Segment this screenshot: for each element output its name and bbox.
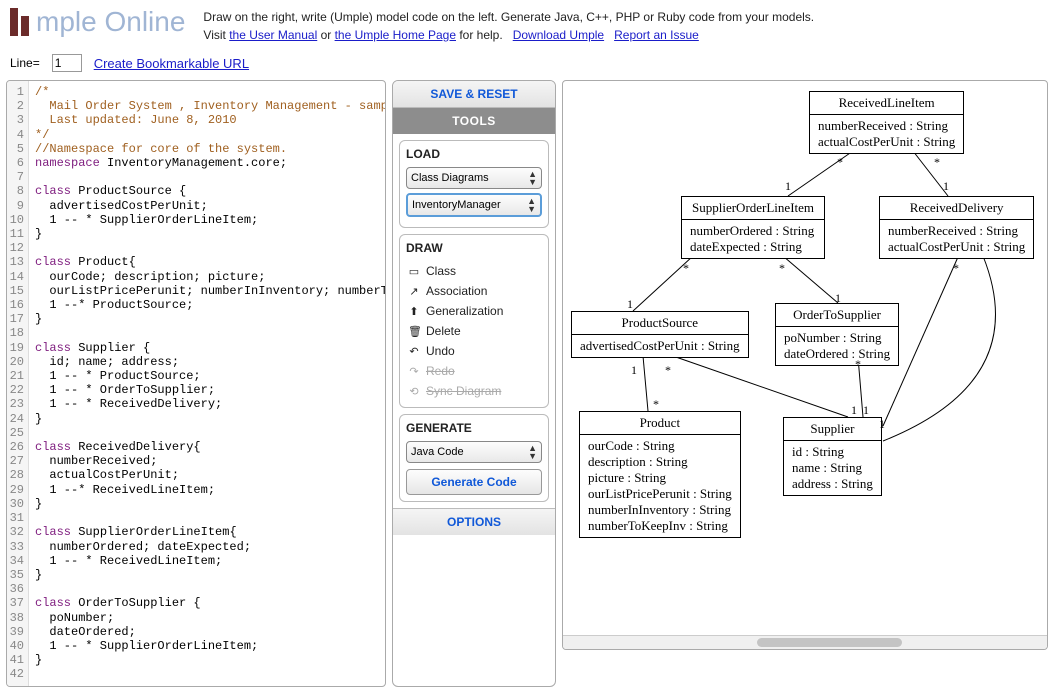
generate-code-button[interactable]: Generate Code [406,469,542,495]
caret-icon: ▲▼ [528,170,537,186]
multiplicity: * [953,261,959,276]
generate-lang-select[interactable]: Java Code ▲▼ [406,441,542,463]
draw-generalization[interactable]: ⬆Generalization [406,301,542,321]
multiplicity: 1 [863,403,869,418]
report-issue-link[interactable]: Report an Issue [614,28,699,42]
select2-value: InventoryManager [412,199,501,211]
caret-icon: ▲▼ [527,197,536,213]
draw-undo[interactable]: ↶Undo [406,341,542,361]
save-reset-button[interactable]: SAVE & RESET [393,81,555,108]
uml-class-ReceivedLineItem[interactable]: ReceivedLineItemnumberReceived : Stringa… [809,91,964,154]
generate-section: GENERATE Java Code ▲▼ Generate Code [399,414,549,502]
association-icon: ↗ [408,285,420,298]
class-icon: ▭ [408,265,420,278]
uml-class-Product[interactable]: ProductourCode : Stringdescription : Str… [579,411,741,538]
t3: for help. [456,28,506,42]
uml-name: Product [580,412,740,435]
caret-icon: ▲▼ [528,444,537,460]
uml-attrs: advertisedCostPerUnit : String [572,335,748,357]
uml-attrs: numberReceived : StringactualCostPerUnit… [880,220,1033,258]
header: mple Online Draw on the right, write (Um… [0,0,1054,50]
uml-class-ReceivedDelivery[interactable]: ReceivedDeliverynumberReceived : Stringa… [879,196,1034,259]
sync diagram-icon: ⟲ [408,385,420,398]
multiplicity: 1 [835,291,841,306]
example-select[interactable]: InventoryManager ▲▼ [406,193,542,217]
uml-name: ProductSource [572,312,748,335]
uml-class-Supplier[interactable]: Supplierid : Stringname : Stringaddress … [783,417,882,496]
multiplicity: 1 [785,179,791,194]
draw-section: DRAW ▭Class↗Association⬆Generalization🗑D… [399,234,549,408]
draw-class[interactable]: ▭Class [406,261,542,281]
multiplicity: 1 [943,179,949,194]
uml-class-OrderToSupplier[interactable]: OrderToSupplierpoNumber : StringdateOrde… [775,303,899,366]
code-editor[interactable]: 1234567891011121314151617181920212223242… [6,80,386,687]
uml-attrs: ourCode : Stringdescription : Stringpict… [580,435,740,537]
multiplicity: * [934,155,940,170]
multiplicity: * [837,155,843,170]
multiplicity: 1 [879,417,885,432]
uml-class-SupplierOrderLineItem[interactable]: SupplierOrderLineItemnumberOrdered : Str… [681,196,825,259]
multiplicity: * [653,397,659,412]
uml-name: Supplier [784,418,881,441]
uml-name: OrderToSupplier [776,304,898,327]
t2: or [317,28,334,42]
gen-select-value: Java Code [411,446,464,458]
uml-attrs: id : Stringname : Stringaddress : String [784,441,881,495]
uml-attrs: numberOrdered : StringdateExpected : Str… [682,220,824,258]
multiplicity: 1 [627,297,633,312]
delete-icon: 🗑 [408,325,420,338]
uml-name: ReceivedDelivery [880,197,1033,220]
subbar: Line= Create Bookmarkable URL [0,50,1054,80]
multiplicity: * [855,357,861,372]
tools-header: TOOLS [393,108,555,134]
logo: mple Online [10,6,185,38]
home-page-link[interactable]: the Umple Home Page [335,28,456,42]
multiplicity: 1 [851,403,857,418]
draw-redo: ↷Redo [406,361,542,381]
line-label: Line= [10,56,40,70]
uml-name: SupplierOrderLineItem [682,197,824,220]
uml-attrs: numberReceived : StringactualCostPerUnit… [810,115,963,153]
uml-class-ProductSource[interactable]: ProductSourceadvertisedCostPerUnit : Str… [571,311,749,358]
undo-icon: ↶ [408,345,420,358]
load-section: LOAD Class Diagrams ▲▼ InventoryManager ▲▼ [399,140,549,228]
t1: Visit [203,28,229,42]
generalization-icon: ⬆ [408,305,420,318]
draw-sync-diagram: ⟲Sync Diagram [406,381,542,401]
load-heading: LOAD [406,147,542,161]
tools-panel: SAVE & RESET TOOLS LOAD Class Diagrams ▲▼… [392,80,556,687]
draw-heading: DRAW [406,241,542,255]
uml-name: ReceivedLineItem [810,92,963,115]
logo-icon [10,8,32,36]
draw-delete[interactable]: 🗑Delete [406,321,542,341]
code-area[interactable]: /* Mail Order System , Inventory Managem… [29,81,385,686]
generate-heading: GENERATE [406,421,542,435]
multiplicity: 1 [631,363,637,378]
diagram-scrollbar[interactable] [563,635,1047,649]
select1-value: Class Diagrams [411,172,489,184]
uml-attrs: poNumber : StringdateOrdered : String [776,327,898,365]
multiplicity: * [779,261,785,276]
line-input[interactable] [52,54,82,72]
user-manual-link[interactable]: the User Manual [229,28,317,42]
download-link[interactable]: Download Umple [513,28,604,42]
header-description: Draw on the right, write (Umple) model c… [203,6,814,44]
line-gutter: 1234567891011121314151617181920212223242… [7,81,29,686]
diagram-type-select[interactable]: Class Diagrams ▲▼ [406,167,542,189]
diagram-canvas[interactable]: ReceivedLineItemnumberReceived : Stringa… [562,80,1048,650]
logo-text: mple Online [36,6,185,38]
redo-icon: ↷ [408,365,420,378]
draw-association[interactable]: ↗Association [406,281,542,301]
multiplicity: * [665,363,671,378]
options-button[interactable]: OPTIONS [393,508,555,535]
multiplicity: * [683,261,689,276]
bookmark-link[interactable]: Create Bookmarkable URL [94,56,249,71]
header-line1: Draw on the right, write (Umple) model c… [203,10,814,24]
